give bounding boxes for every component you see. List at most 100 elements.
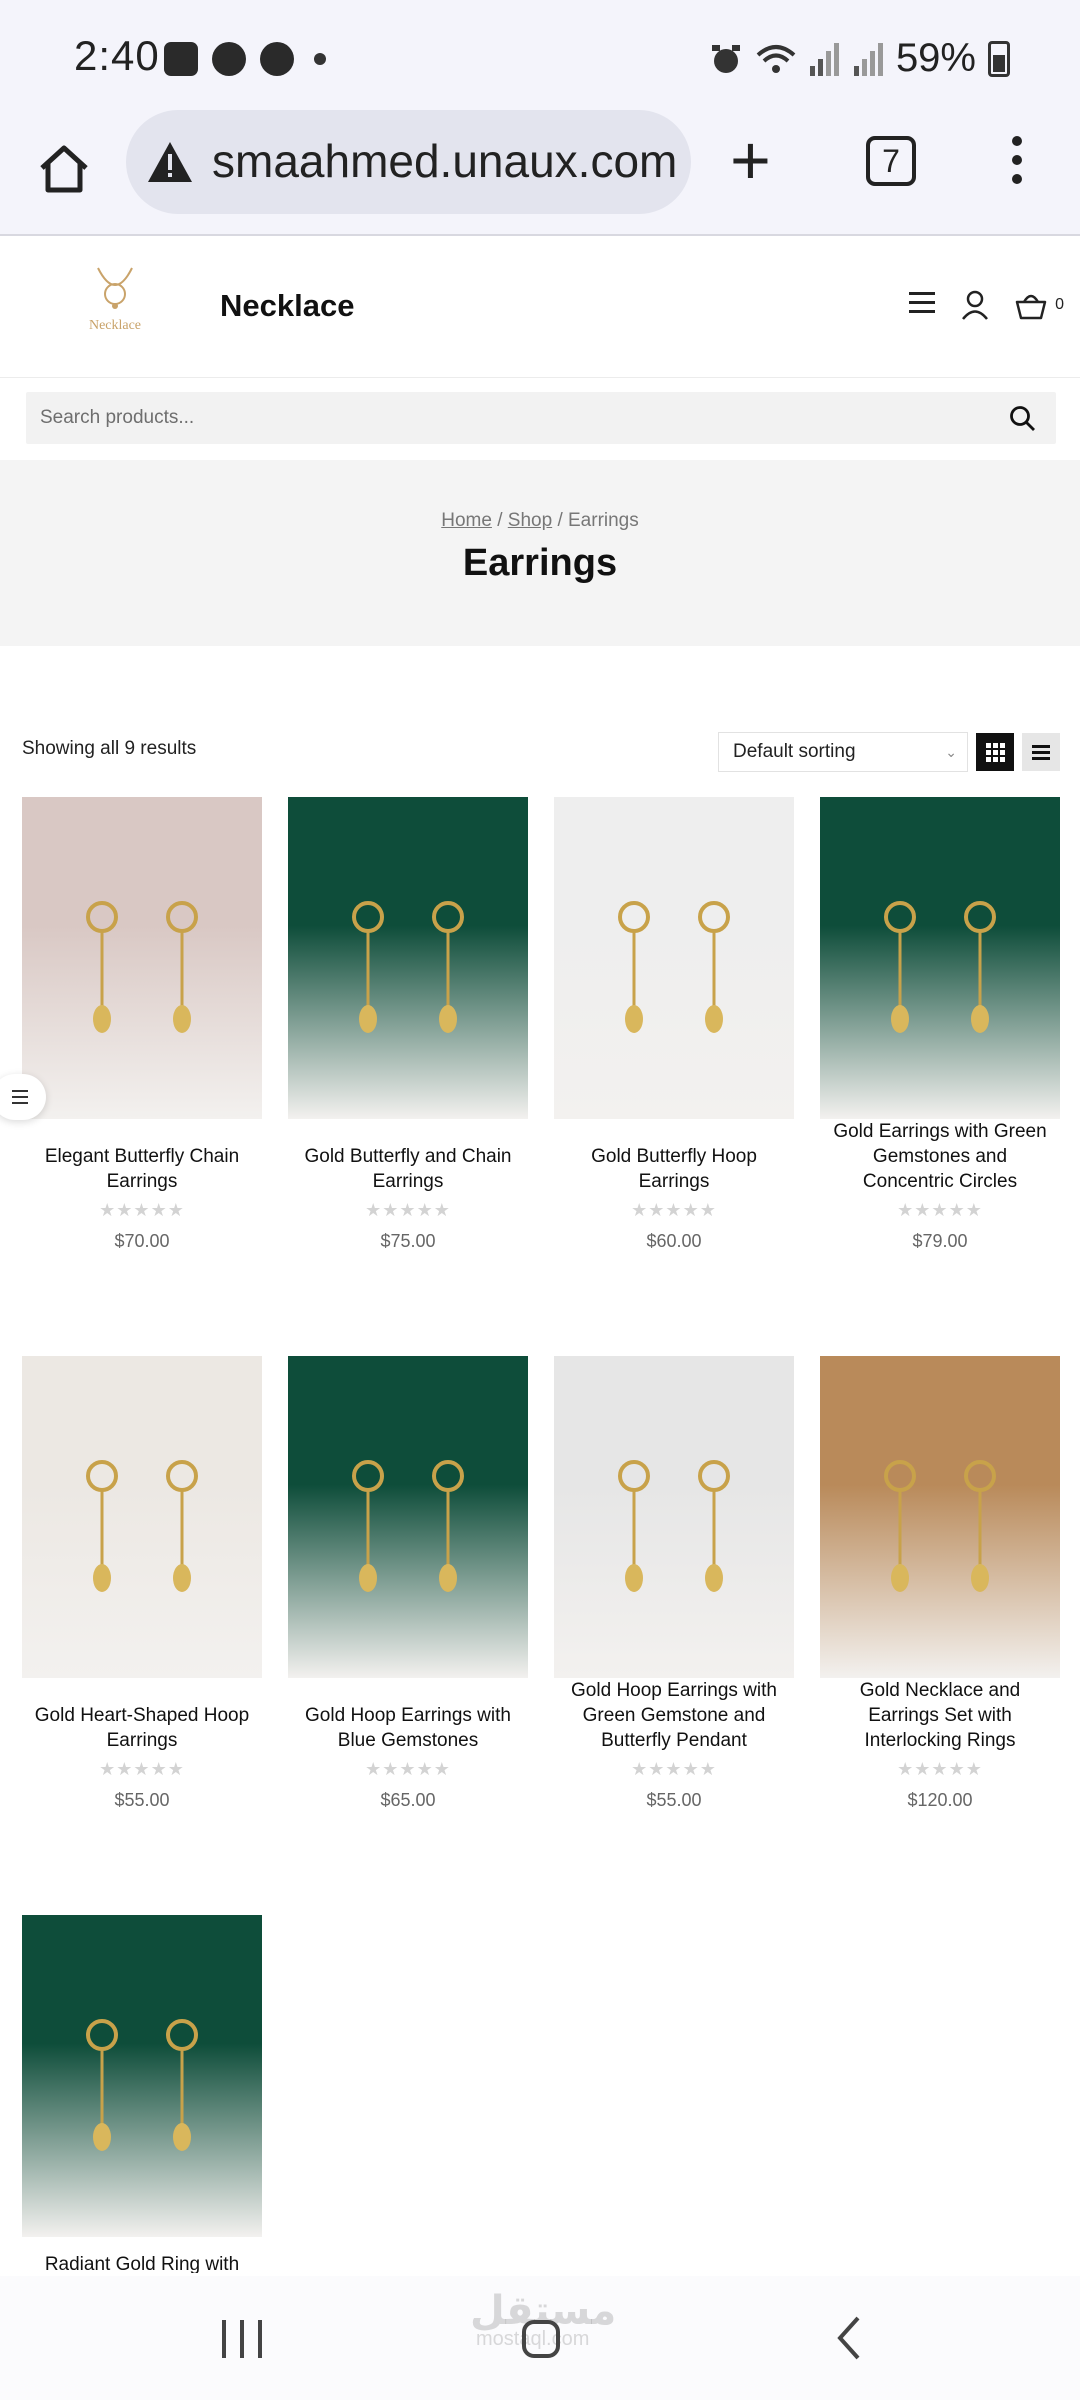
product-price: $75.00 xyxy=(380,1231,436,1251)
product-image[interactable] xyxy=(554,797,794,1119)
product-name[interactable]: Gold Earrings with Green Gemstones and C… xyxy=(820,1119,1060,1194)
earring-illustration xyxy=(884,901,996,1033)
star-rating: ★★★★★ xyxy=(631,1759,717,1779)
menu-icon[interactable] xyxy=(909,291,936,319)
earring-illustration xyxy=(884,1460,996,1592)
site-header: Necklace Necklace 0 xyxy=(0,238,1080,378)
product-name[interactable]: Gold Hoop Earrings with Blue Gemstones xyxy=(288,1678,528,1753)
grid-icon xyxy=(986,743,1005,762)
cart-count[interactable]: 0 xyxy=(1055,296,1064,314)
dot-icon xyxy=(314,53,326,65)
product-image[interactable] xyxy=(288,1356,528,1678)
warning-icon[interactable] xyxy=(144,136,196,188)
product-price: $55.00 xyxy=(114,1790,170,1810)
product-image[interactable] xyxy=(288,797,528,1119)
earring-illustration xyxy=(618,1460,730,1592)
site-logo[interactable]: Necklace xyxy=(70,262,160,352)
product-price: $60.00 xyxy=(646,1231,702,1251)
table-of-contents-button[interactable] xyxy=(0,1074,46,1120)
address-bar[interactable]: smaahmed.unaux.com xyxy=(126,110,691,214)
product-card[interactable]: Gold Earrings with Green Gemstones and C… xyxy=(820,797,1060,1252)
product-card[interactable]: Gold Butterfly and Chain Earrings ★★★★★ … xyxy=(288,797,528,1252)
product-price: $65.00 xyxy=(380,1790,436,1810)
breadcrumb-home[interactable]: Home xyxy=(441,510,492,531)
product-card[interactable]: Gold Butterfly Hoop Earrings ★★★★★ $60.0… xyxy=(554,797,794,1252)
product-name[interactable]: Gold Butterfly Hoop Earrings xyxy=(554,1119,794,1194)
breadcrumb-shop[interactable]: Shop xyxy=(508,510,552,531)
product-name[interactable]: Gold Butterfly and Chain Earrings xyxy=(288,1119,528,1194)
messenger-icon xyxy=(260,42,294,76)
star-rating: ★★★★★ xyxy=(897,1200,983,1220)
cart-icon[interactable] xyxy=(1015,290,1047,320)
battery-percent: 59% xyxy=(895,36,976,80)
result-count: Showing all 9 results xyxy=(22,738,197,759)
gallery-icon xyxy=(164,42,198,76)
star-rating: ★★★★★ xyxy=(897,1759,983,1779)
new-tab-button[interactable]: + xyxy=(730,125,771,195)
search-input[interactable] xyxy=(40,400,940,436)
system-nav-bar: مستقل mostaql.com xyxy=(0,2276,1080,2400)
more-menu-icon[interactable] xyxy=(1012,136,1024,193)
search-icon[interactable] xyxy=(1008,404,1038,434)
product-image[interactable] xyxy=(22,1356,262,1678)
list-view-button[interactable] xyxy=(1022,733,1060,771)
product-image[interactable] xyxy=(820,797,1060,1119)
product-image[interactable] xyxy=(22,1915,262,2237)
earring-illustration xyxy=(352,901,464,1033)
product-price: $55.00 xyxy=(646,1790,702,1810)
logo-text: Necklace xyxy=(88,318,142,333)
product-card[interactable]: Radiant Gold Ring with xyxy=(22,1915,262,2273)
back-icon[interactable] xyxy=(834,2316,864,2360)
product-name[interactable]: Gold Heart-Shaped Hoop Earrings xyxy=(22,1678,262,1753)
product-card[interactable]: Gold Hoop Earrings with Blue Gemstones ★… xyxy=(288,1356,528,1811)
chevron-down-icon: ⌄ xyxy=(945,744,957,760)
breadcrumb-separator: / xyxy=(557,510,563,531)
earring-illustration xyxy=(352,1460,464,1592)
earring-illustration xyxy=(86,901,198,1033)
sort-select[interactable]: Default sorting ⌄ xyxy=(718,732,968,772)
product-name[interactable]: Gold Necklace and Earrings Set with Inte… xyxy=(820,1678,1060,1753)
product-card[interactable]: Gold Hoop Earrings with Green Gemstone a… xyxy=(554,1356,794,1811)
url-text[interactable]: smaahmed.unaux.com xyxy=(212,134,677,188)
earring-illustration xyxy=(86,2019,198,2151)
product-card[interactable]: Gold Heart-Shaped Hoop Earrings ★★★★★ $5… xyxy=(22,1356,262,1811)
page-title: Earrings xyxy=(462,542,618,584)
home-button[interactable] xyxy=(522,2320,560,2358)
star-rating: ★★★★★ xyxy=(365,1200,451,1220)
product-price: $79.00 xyxy=(912,1231,968,1251)
recent-apps-button[interactable] xyxy=(222,2320,276,2363)
product-image[interactable] xyxy=(554,1356,794,1678)
signal-icon xyxy=(853,42,883,76)
earring-illustration xyxy=(618,901,730,1033)
star-rating: ★★★★★ xyxy=(99,1200,185,1220)
product-card[interactable]: Elegant Butterfly Chain Earrings ★★★★★ $… xyxy=(22,797,262,1252)
breadcrumb: Home / Shop / Earrings xyxy=(0,510,1080,532)
alarm-icon xyxy=(711,44,740,73)
product-price: $70.00 xyxy=(114,1231,170,1251)
product-card[interactable]: Gold Necklace and Earrings Set with Inte… xyxy=(820,1356,1060,1811)
home-icon[interactable] xyxy=(34,138,94,198)
browser-toolbar: smaahmed.unaux.com + 7 xyxy=(0,110,1080,236)
star-rating: ★★★★★ xyxy=(99,1759,185,1779)
facebook-icon xyxy=(212,42,246,76)
status-time: 2:40 xyxy=(74,32,160,79)
grid-view-button[interactable] xyxy=(976,733,1014,771)
product-name[interactable]: Radiant Gold Ring with xyxy=(22,2237,262,2273)
product-image[interactable] xyxy=(22,797,262,1119)
product-name[interactable]: Gold Hoop Earrings with Green Gemstone a… xyxy=(554,1678,794,1753)
necklace-logo-icon xyxy=(97,267,133,309)
breadcrumb-current: Earrings xyxy=(568,510,639,531)
product-name[interactable]: Elegant Butterfly Chain Earrings xyxy=(22,1119,262,1194)
list-icon xyxy=(1032,745,1050,760)
breadcrumb-separator: / xyxy=(497,510,503,531)
tabs-button[interactable]: 7 xyxy=(866,136,916,186)
signal-icon xyxy=(809,42,839,76)
header-actions: 0 xyxy=(909,290,1064,320)
product-price: $120.00 xyxy=(907,1790,973,1810)
status-bar: 2:40 59% xyxy=(0,0,1080,110)
account-icon[interactable] xyxy=(961,290,989,320)
star-rating: ★★★★★ xyxy=(365,1759,451,1779)
system-icons: 59% xyxy=(708,36,1010,81)
product-image[interactable] xyxy=(820,1356,1060,1678)
site-title[interactable]: Necklace xyxy=(220,288,354,324)
